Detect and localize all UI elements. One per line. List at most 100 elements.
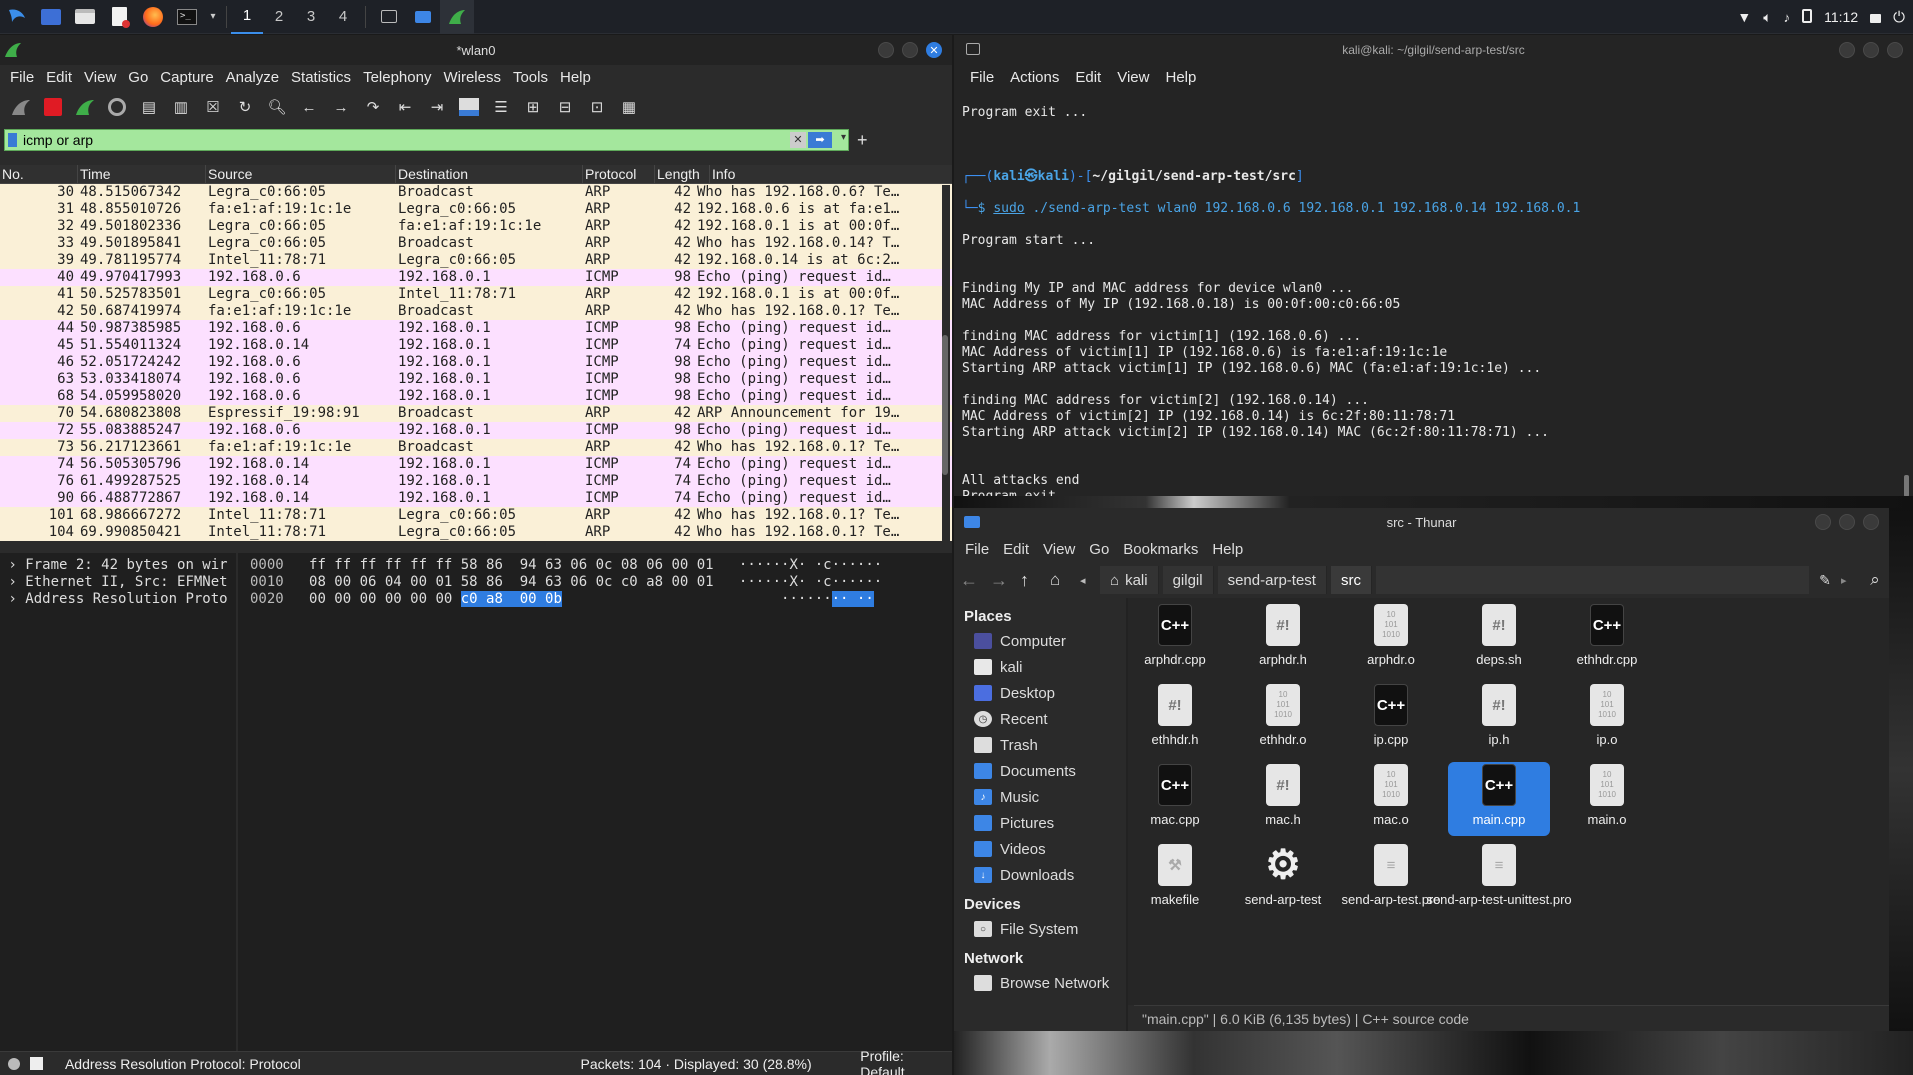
battery-icon[interactable] — [1802, 8, 1813, 26]
add-filter-button-icon[interactable]: + — [857, 130, 868, 151]
clock[interactable]: 11:12 — [1824, 9, 1858, 25]
menu-wireless[interactable]: Wireless — [437, 69, 507, 86]
volume-icon[interactable]: 🔈︎ — [1763, 9, 1771, 26]
packet-row[interactable]: 73 56.217123661 fa:e1:af:19:1c:1e Broadcast… — [0, 439, 952, 456]
terminal-menu-file[interactable]: File — [962, 69, 1002, 86]
taskbar-thunar-window[interactable] — [406, 0, 440, 34]
file-manager-icon[interactable] — [68, 0, 102, 34]
search-icon[interactable]: ⌕ — [1861, 570, 1889, 590]
terminal-close-button[interactable] — [1887, 42, 1903, 58]
workspace-3[interactable]: 3 — [295, 0, 327, 34]
status-profile[interactable]: Profile: Default — [860, 1048, 952, 1075]
terminal-maximize-button[interactable] — [1863, 42, 1879, 58]
thunar-maximize-button[interactable] — [1839, 514, 1855, 530]
first-packet-icon[interactable]: ⇤ — [392, 94, 418, 120]
place-recent[interactable]: ◷ Recent — [954, 706, 1124, 732]
restart-capture-icon[interactable] — [72, 94, 98, 120]
menu-help[interactable]: Help — [554, 69, 597, 86]
network-browse[interactable]: Browse Network — [954, 970, 1124, 996]
hex-row-0020[interactable]: 0020 00 00 00 00 00 00 c0 a8 00 0b ·····… — [250, 591, 952, 608]
terminal-menu-view[interactable]: View — [1109, 69, 1157, 86]
packet-row[interactable]: 72 55.083885247 192.168.0.6 192.168.0.1 ICMP… — [0, 422, 952, 439]
autoscroll-icon[interactable] — [456, 94, 482, 120]
desktop-icon[interactable] — [34, 0, 68, 34]
file-item[interactable]: #! deps.sh — [1448, 602, 1550, 676]
go-back-icon[interactable]: ← — [296, 94, 322, 120]
save-file-icon[interactable]: ▥ — [168, 94, 194, 120]
packet-row[interactable]: 44 50.987385985 192.168.0.6 192.168.0.1 ICMP… — [0, 320, 952, 337]
colorize-icon[interactable]: ☰ — [488, 94, 514, 120]
minimize-button[interactable] — [878, 42, 894, 58]
back-arrow-icon[interactable]: ← — [960, 570, 986, 591]
terminal-icon[interactable]: >_ — [170, 0, 204, 34]
notification-bell-icon[interactable]: ♪ — [1784, 10, 1791, 25]
firefox-icon[interactable] — [136, 0, 170, 34]
thunar-menu-view[interactable]: View — [1036, 541, 1082, 558]
detail-arp[interactable]: › Address Resolution Proto — [0, 591, 236, 608]
maximize-button[interactable] — [902, 42, 918, 58]
home-icon[interactable]: ⌂ — [1050, 570, 1076, 590]
menu-file[interactable]: File — [4, 69, 40, 86]
thunar-menu-edit[interactable]: Edit — [996, 541, 1036, 558]
place-music[interactable]: ♪ Music — [954, 784, 1124, 810]
power-icon[interactable]: ⏻ — [1893, 9, 1905, 26]
go-to-packet-icon[interactable]: ↷ — [360, 94, 386, 120]
stop-capture-icon[interactable] — [40, 94, 66, 120]
packet-row[interactable]: 101 68.986667272 Intel_11:78:71 Legra_c0:66… — [0, 507, 952, 524]
packet-row[interactable]: 31 48.855010726 fa:e1:af:19:1c:1e Legra_c0:… — [0, 201, 952, 218]
chevron-down-icon[interactable]: ▾ — [204, 0, 222, 34]
reload-file-icon[interactable]: ↻ — [232, 94, 258, 120]
file-item[interactable]: C++ ethhdr.cpp — [1556, 602, 1658, 676]
terminal-menu-actions[interactable]: Actions — [1002, 69, 1067, 86]
thunar-menu-go[interactable]: Go — [1082, 541, 1116, 558]
breadcrumb-kali[interactable]: ⌂ kali — [1100, 566, 1159, 594]
detail-ethernet[interactable]: › Ethernet II, Src: EFMNet — [0, 574, 236, 591]
packet-row[interactable]: 41 50.525783501 Legra_c0:66:05 Intel_11:78:… — [0, 286, 952, 303]
file-item[interactable]: C++ main.cpp — [1448, 762, 1550, 836]
menu-capture[interactable]: Capture — [154, 69, 219, 86]
breadcrumb-send-arp-test[interactable]: send-arp-test — [1217, 566, 1327, 594]
thunar-minimize-button[interactable] — [1815, 514, 1831, 530]
terminal-minimize-button[interactable] — [1839, 42, 1855, 58]
packet-row[interactable]: 104 69.990850421 Intel_11:78:71 Legra_c0:66… — [0, 524, 952, 541]
apply-filter-icon[interactable]: ➡ — [808, 132, 832, 148]
detail-frame[interactable]: › Frame 2: 42 bytes on wir — [0, 557, 236, 574]
col-destination[interactable]: Destination — [396, 164, 583, 184]
packet-row[interactable]: 42 50.687419974 fa:e1:af:19:1c:1e Broadcast… — [0, 303, 952, 320]
menu-analyze[interactable]: Analyze — [220, 69, 285, 86]
packet-row[interactable]: 70 54.680823808 Espressif_19:98:91 Broadcas… — [0, 405, 952, 422]
capture-comment-icon[interactable] — [29, 1057, 43, 1070]
place-computer[interactable]: Computer — [954, 628, 1124, 654]
thunar-menu-help[interactable]: Help — [1205, 541, 1250, 558]
place-downloads[interactable]: ↓ Downloads — [954, 862, 1124, 888]
file-item[interactable]: #! ethhdr.h — [1124, 682, 1226, 756]
thunar-menu-bookmarks[interactable]: Bookmarks — [1116, 541, 1205, 558]
packet-row[interactable]: 46 52.051724242 192.168.0.6 192.168.0.1 ICMP… — [0, 354, 952, 371]
open-file-icon[interactable]: ▤ — [136, 94, 162, 120]
menu-statistics[interactable]: Statistics — [285, 69, 357, 86]
file-item[interactable]: 10 101 1010 main.o — [1556, 762, 1658, 836]
packet-row[interactable]: 63 53.033418074 192.168.0.6 192.168.0.1 ICMP… — [0, 371, 952, 388]
breadcrumb-right-chevron-icon[interactable]: ▸ — [1841, 574, 1857, 587]
terminal-menu-edit[interactable]: Edit — [1067, 69, 1109, 86]
packet-list-scrollbar[interactable] — [942, 185, 950, 575]
packet-row[interactable]: 30 48.515067342 Legra_c0:66:05 Broadcast ARP… — [0, 184, 952, 201]
place-desktop[interactable]: Desktop — [954, 680, 1124, 706]
packet-row[interactable]: 90 66.488772867 192.168.0.14 192.168.0.1 ICM… — [0, 490, 952, 507]
zoom-in-icon[interactable]: ⊞ — [520, 94, 546, 120]
file-item[interactable]: ≡ send-arp-test-unittest.pro — [1426, 842, 1572, 916]
packet-row[interactable]: 68 54.059958020 192.168.0.6 192.168.0.1 ICMP… — [0, 388, 952, 405]
file-item[interactable]: C++ arphdr.cpp — [1124, 602, 1226, 676]
filter-history-chevron-icon[interactable]: ▾ — [841, 132, 846, 143]
go-forward-icon[interactable]: → — [328, 94, 354, 120]
start-capture-icon[interactable] — [8, 94, 34, 120]
parent-folder-icon[interactable]: ↑ — [1020, 570, 1046, 591]
place-kali[interactable]: kali — [954, 654, 1124, 680]
device-file-system[interactable]: ○ File System — [954, 916, 1124, 942]
thunar-close-button[interactable] — [1863, 514, 1879, 530]
packet-row[interactable]: 32 49.501802336 Legra_c0:66:05 fa:e1:af:19:… — [0, 218, 952, 235]
menu-view[interactable]: View — [78, 69, 122, 86]
capture-options-icon[interactable] — [104, 94, 130, 120]
menu-tools[interactable]: Tools — [507, 69, 554, 86]
hex-row-0000[interactable]: 0000 ff ff ff ff ff ff 58 86 94 63 06 0c… — [250, 557, 952, 574]
